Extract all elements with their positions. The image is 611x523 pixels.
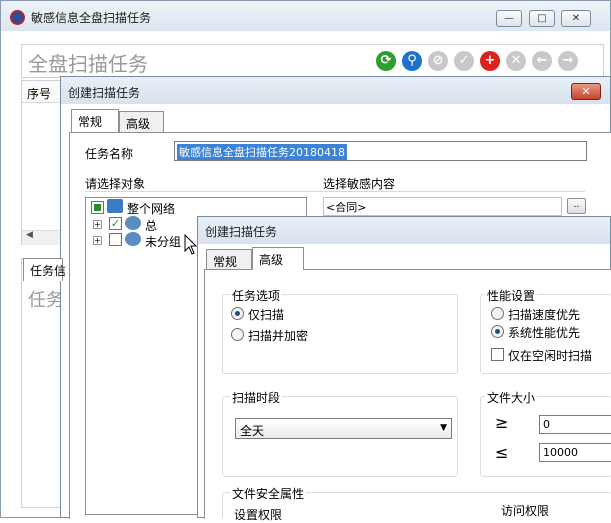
ge-symbol: ≥: [495, 413, 509, 432]
maximize-button[interactable]: □: [529, 10, 555, 27]
dialog2-title: 创建扫描任务: [205, 225, 278, 239]
dialog2-tab-general[interactable]: 常规: [206, 249, 252, 270]
tab-task-info-label: 任务信: [30, 264, 67, 278]
main-close-button[interactable]: ✕: [561, 10, 591, 27]
add-icon[interactable]: +: [480, 51, 500, 71]
system-priority-label[interactable]: 系统性能优先: [508, 324, 580, 341]
app-logo-icon: [10, 10, 25, 25]
select-content-label: 选择敏感内容: [323, 177, 396, 191]
scan-only-radio[interactable]: [231, 307, 244, 320]
browse-button-label: ..: [573, 200, 580, 210]
task-options-title: 任务选项: [230, 287, 283, 304]
performance-title: 性能设置: [485, 287, 538, 304]
disabled-check-icon[interactable]: ✓: [454, 51, 474, 71]
tree-child1-label[interactable]: 总: [145, 217, 157, 234]
dialog1-title: 创建扫描任务: [68, 86, 141, 100]
speed-priority-radio[interactable]: [491, 307, 504, 320]
main-window-title: 敏感信息全盘扫描任务: [31, 11, 152, 25]
chevron-down-icon: ▼: [440, 423, 447, 433]
group-icon: [125, 232, 141, 246]
max-size-value: 10000: [543, 446, 578, 459]
sensitive-content-value: <合同>: [326, 201, 367, 214]
create-task-dialog-advanced: 创建扫描任务 常规 高级 任务选项 仅扫描 扫描并加密 性能设置 扫描速度优先 …: [197, 216, 611, 522]
dialog2-tab-advanced[interactable]: 高级: [252, 247, 304, 270]
task-name-value: 敏感信息全盘扫描任务20180418: [177, 144, 347, 160]
file-size-group: 文件大小: [480, 389, 611, 477]
file-security-title: 文件安全属性: [230, 485, 307, 502]
min-size-value: 0: [543, 418, 550, 431]
scan-encrypt-label[interactable]: 扫描并加密: [248, 327, 308, 344]
dialog2-tab-general-label: 常规: [213, 255, 238, 269]
section-divider: [85, 191, 585, 192]
dialog2-tab-advanced-label: 高级: [259, 253, 284, 267]
search-icon[interactable]: ⚲: [402, 51, 422, 71]
scan-only-label[interactable]: 仅扫描: [248, 306, 284, 323]
dialog1-close-button[interactable]: ✕: [571, 83, 601, 100]
lower-heading: 任务: [28, 290, 64, 311]
mouse-cursor-icon: [184, 234, 198, 255]
task-name-label: 任务名称: [85, 147, 134, 161]
le-symbol: ≤: [495, 443, 509, 462]
partial-check-icon: [94, 204, 101, 211]
min-size-field[interactable]: 0: [539, 415, 611, 434]
prev-arrow-icon[interactable]: ←: [532, 51, 552, 71]
system-priority-radio[interactable]: [491, 325, 504, 338]
scan-period-value: 全天: [240, 424, 265, 438]
column-seq[interactable]: 序号: [27, 85, 51, 102]
dialog1-tab-general-label: 常规: [78, 115, 103, 129]
tab-task-info[interactable]: 任务信: [23, 258, 67, 281]
dialog1-tab-advanced-label: 高级: [126, 117, 151, 131]
main-heading: 全盘扫描任务: [28, 52, 148, 76]
browse-button[interactable]: ..: [567, 198, 586, 214]
network-icon: [107, 199, 123, 213]
dialog1-titlebar[interactable]: [61, 77, 610, 104]
idle-only-label[interactable]: 仅在空闲时扫描: [508, 347, 592, 364]
scan-period-title: 扫描时段: [230, 389, 283, 406]
tree-child2-label[interactable]: 未分组: [145, 233, 181, 250]
tree-child2-checkbox[interactable]: [109, 233, 122, 246]
group-icon: [125, 216, 141, 230]
expand-icon[interactable]: +: [93, 220, 102, 229]
disabled-remove-icon[interactable]: ✕: [506, 51, 526, 71]
next-arrow-icon[interactable]: →: [558, 51, 578, 71]
minimize-button[interactable]: —: [496, 10, 522, 27]
set-permission-label: 设置权限: [234, 508, 283, 522]
access-permission-label: 访问权限: [501, 504, 550, 518]
scroll-left-icon[interactable]: ◀: [26, 230, 33, 240]
scan-period-select[interactable]: 全天 ▼: [235, 418, 452, 439]
dialog1-tab-general[interactable]: 常规: [71, 109, 119, 132]
disabled-cancel-icon[interactable]: ⊘: [428, 51, 448, 71]
expand-icon[interactable]: +: [93, 236, 102, 245]
file-size-title: 文件大小: [485, 389, 538, 406]
tree-root-checkbox[interactable]: [91, 201, 104, 214]
select-object-label: 请选择对象: [85, 177, 146, 191]
tree-root-label[interactable]: 整个网络: [127, 200, 175, 217]
tree-child1-checkbox[interactable]: ✓: [109, 217, 122, 230]
scan-encrypt-radio[interactable]: [231, 328, 244, 341]
max-size-field[interactable]: 10000: [539, 443, 611, 462]
speed-priority-label[interactable]: 扫描速度优先: [508, 306, 580, 323]
idle-only-checkbox[interactable]: [491, 348, 504, 361]
dialog1-tab-advanced[interactable]: 高级: [119, 111, 164, 132]
refresh-icon[interactable]: ⟳: [376, 51, 396, 71]
